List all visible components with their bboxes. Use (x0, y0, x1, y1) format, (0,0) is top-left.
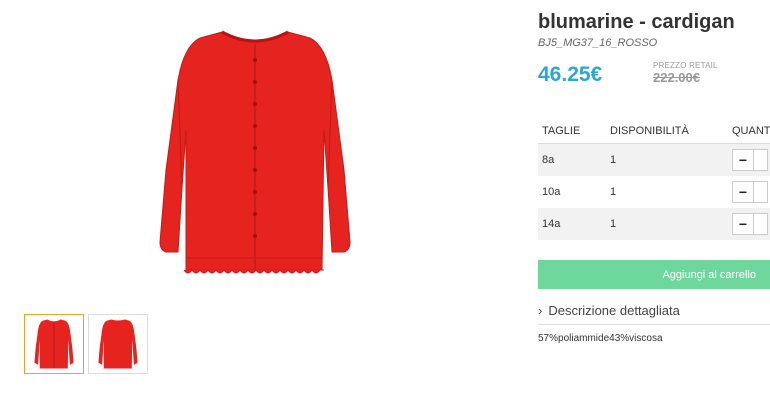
product-main-image (150, 20, 360, 282)
row-availability: 1 (610, 186, 617, 198)
product-title: blumarine - cardigan (538, 11, 735, 33)
retail-price-label: PREZZO RETAIL (653, 61, 718, 70)
size-availability-table: TAGLIE DISPONIBILITÀ QUANT 8a 1 − 10a 1 … (538, 119, 770, 240)
table-header: TAGLIE DISPONIBILITÀ QUANT (538, 119, 770, 144)
thumbnail-strip (24, 314, 148, 374)
decrease-quantity-button[interactable]: − (732, 149, 754, 171)
header-size: TAGLIE (542, 125, 581, 137)
thumbnail-back[interactable] (88, 314, 148, 374)
price-row: 46.25€ PREZZO RETAIL 222.00€ (538, 61, 770, 97)
add-to-cart-button[interactable]: Aggiungi al carrello (538, 260, 770, 289)
retail-price: 222.00€ (653, 70, 700, 85)
product-price: 46.25€ (538, 63, 603, 86)
header-availability: DISPONIBILITÀ (610, 125, 689, 137)
product-composition: 57%poliammide43%viscosa (538, 333, 663, 344)
header-quantity: QUANT (732, 125, 770, 137)
row-size: 14a (542, 218, 561, 230)
row-size: 8a (542, 154, 555, 166)
cardigan-back-thumb-icon (98, 319, 138, 369)
decrease-quantity-button[interactable]: − (732, 181, 754, 203)
row-size: 10a (542, 186, 561, 198)
cardigan-front-thumb-icon (34, 319, 74, 369)
table-row: 14a 1 − (538, 208, 770, 240)
description-toggle[interactable]: › Descrizione dettagliata (538, 303, 770, 325)
decrease-quantity-button[interactable]: − (732, 213, 754, 235)
product-info-panel: blumarine - cardigan BJ5_MG37_16_ROSSO 4… (538, 10, 770, 344)
quantity-control: − (732, 213, 770, 235)
quantity-input[interactable] (754, 181, 768, 203)
table-row: 10a 1 − (538, 176, 770, 208)
quantity-control: − (732, 149, 770, 171)
quantity-control: − (732, 181, 770, 203)
table-row: 8a 1 − (538, 144, 770, 176)
description-toggle-label: Descrizione dettagliata (548, 303, 680, 318)
row-availability: 1 (610, 218, 617, 230)
cardigan-image (159, 30, 351, 274)
product-sku: BJ5_MG37_16_ROSSO (538, 37, 658, 49)
quantity-input[interactable] (754, 149, 768, 171)
quantity-input[interactable] (754, 213, 768, 235)
chevron-right-icon: › (538, 303, 543, 318)
thumbnail-front[interactable] (24, 314, 84, 374)
row-availability: 1 (610, 154, 617, 166)
